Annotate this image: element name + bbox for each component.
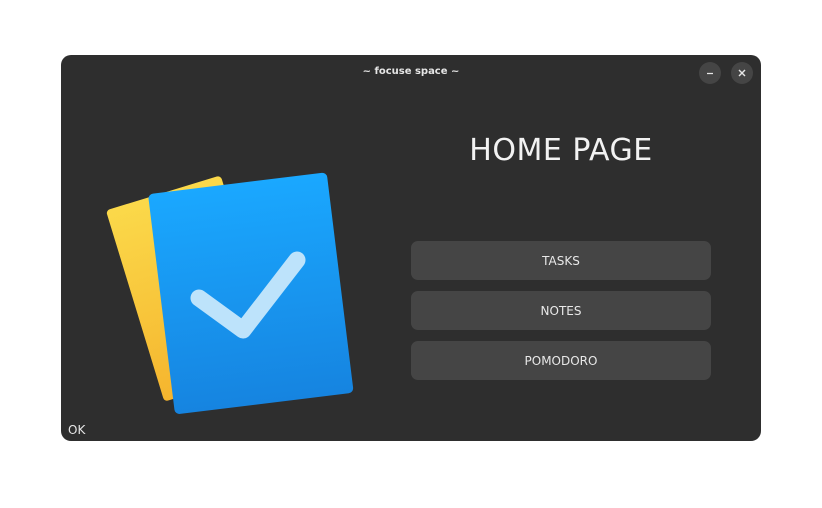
page-title: HOME PAGE [469,133,653,168]
checklist-icon [106,172,354,414]
front-page [148,172,354,414]
minimize-icon [707,72,713,75]
pomodoro-button[interactable]: POMODORO [411,341,711,380]
close-button[interactable] [731,62,753,84]
title-bar[interactable]: ~ focuse space ~ [61,55,761,89]
status-text: OK [68,423,86,437]
close-icon [738,69,746,77]
tasks-button[interactable]: TASKS [411,241,711,280]
app-window: ~ focuse space ~ HOME PAGE TASKS NOTES P… [61,55,761,441]
notes-button[interactable]: NOTES [411,291,711,330]
minimize-button[interactable] [699,62,721,84]
window-title: ~ focuse space ~ [362,66,460,77]
checklist-illustration [101,155,371,425]
